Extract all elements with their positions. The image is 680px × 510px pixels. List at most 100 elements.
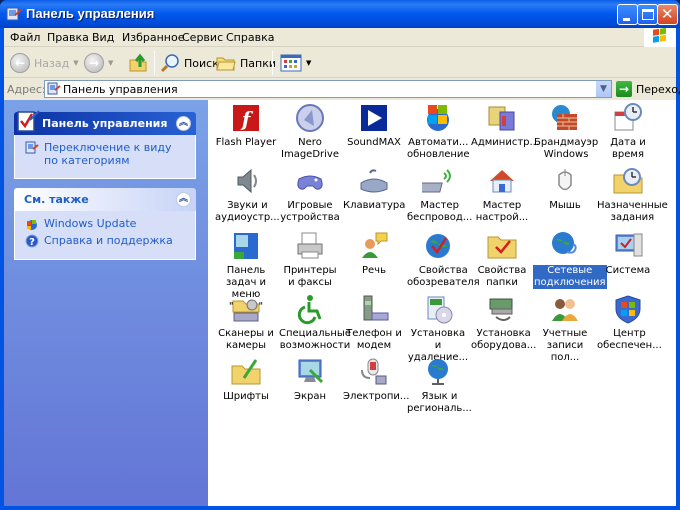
folder-options-icon (487, 236, 517, 259)
close-button[interactable]: ✕ (657, 4, 678, 25)
content-area: Панель управления ︽ Переключение к виду … (4, 100, 676, 506)
task-pane: Панель управления ︽ Переключение к виду … (4, 100, 208, 506)
item-label: Установка оборудова... (471, 328, 537, 351)
date-time-icon (614, 103, 642, 131)
control-panel-item[interactable]: Мастер беспровод... (406, 165, 472, 224)
search-button[interactable]: Поиск (160, 51, 219, 75)
up-folder-button[interactable] (128, 51, 148, 75)
control-panel-item[interactable]: Система (596, 230, 660, 277)
control-panel-item[interactable]: Сканеры и камеры (214, 293, 278, 352)
title-bar[interactable]: Панель управления ✕ (0, 0, 680, 28)
link-label: Справка и поддержка (44, 234, 173, 247)
item-label: Клавиатура (343, 200, 406, 211)
control-panel-item[interactable]: f Flash Player (214, 102, 278, 149)
address-dropdown-button[interactable]: ▼ (595, 81, 611, 97)
link-label: Windows Update (44, 217, 137, 230)
see-also-pane: См. также ︽ Windows Update ? Справка и п… (14, 188, 196, 260)
control-panel-item[interactable]: Nero ImageDrive (278, 102, 342, 161)
control-panel-item[interactable]: Мастер настрой... (470, 165, 534, 224)
control-panel-icon (6, 7, 22, 21)
control-panel-item[interactable]: SoundMAX (342, 102, 406, 149)
help-support-link[interactable]: ? Справка и поддержка (25, 234, 187, 248)
menu-tools[interactable]: Сервис (182, 31, 223, 44)
forward-button[interactable]: → ▼ (84, 51, 113, 75)
control-panel-item[interactable]: Телефон и модем (342, 293, 406, 352)
windows-update-link[interactable]: Windows Update (25, 217, 187, 231)
window-title: Панель управления (26, 6, 155, 21)
collapse-icon[interactable]: ︽ (176, 116, 191, 131)
control-panel-item[interactable]: Свойства папки (470, 230, 534, 289)
back-dropdown-icon[interactable]: ▼ (73, 59, 78, 67)
control-panel-item[interactable]: Администр... (470, 102, 539, 149)
views-icon (280, 54, 302, 72)
firewall-icon (552, 105, 577, 130)
item-label: Принтеры и факсы (283, 265, 337, 288)
pane-title: См. также (24, 193, 89, 206)
internet-options-icon (426, 234, 450, 258)
back-button[interactable]: ← Назад ▼ (10, 51, 79, 75)
control-panel-icon (17, 110, 40, 132)
control-panel-item[interactable]: Клавиатура (342, 165, 406, 212)
minimize-button[interactable] (617, 4, 638, 25)
security-center-icon (615, 295, 641, 324)
folders-icon (216, 57, 236, 71)
menu-edit[interactable]: Правка (47, 31, 89, 44)
control-panel-item[interactable]: Автомати... обновление (406, 102, 470, 161)
add-hardware-icon (489, 298, 513, 321)
item-label: SoundMAX (347, 137, 401, 148)
see-also-pane-header[interactable]: См. также ︽ (14, 188, 196, 211)
item-label: Экран (293, 391, 327, 402)
maximize-button[interactable] (637, 4, 658, 25)
control-panel-icon (47, 82, 61, 95)
windows-logo (644, 27, 676, 47)
address-input[interactable]: Панель управления ▼ (44, 80, 612, 98)
control-panel-item[interactable]: Назначенные задания (596, 165, 668, 224)
control-panel-item[interactable]: Игровые устройства (278, 165, 342, 224)
item-label: Шрифты (223, 391, 269, 402)
control-panel-item[interactable]: Специальные возможности (278, 293, 351, 352)
item-label: Администр... (471, 137, 540, 148)
control-panel-item[interactable]: Брандмауэр Windows (533, 102, 598, 161)
control-panel-item[interactable]: Дата и время (596, 102, 660, 161)
go-button[interactable]: → Переход (616, 81, 680, 97)
control-panel-item[interactable]: Принтеры и факсы (278, 230, 342, 289)
back-arrow-icon: ← (10, 53, 30, 73)
control-panel-item[interactable]: Центр обеспечен... (596, 293, 662, 352)
system-icon (615, 233, 643, 257)
control-panel-item[interactable]: Установка оборудова... (470, 293, 537, 352)
control-panel-item[interactable]: Учетные записи пол... (533, 293, 597, 364)
phone-modem-icon (363, 295, 389, 321)
folders-button[interactable]: Папки (216, 51, 276, 75)
control-panel-item[interactable]: Свойства обозревателя (406, 230, 480, 289)
control-panel-item[interactable]: Экран (278, 356, 342, 403)
menu-help[interactable]: Справка (226, 31, 274, 44)
menu-favorites[interactable]: Избранное (122, 31, 184, 44)
scheduled-tasks-icon (613, 168, 643, 194)
collapse-icon[interactable]: ︽ (176, 192, 191, 207)
switch-category-view-link[interactable]: Переключение к виду по категориям (25, 141, 187, 167)
item-label: Flash Player (215, 137, 277, 148)
control-panel-pane-header[interactable]: Панель управления ︽ (14, 110, 196, 135)
control-panel-item[interactable]: Сетевые подключения (533, 230, 607, 289)
toolbar-separator (272, 51, 273, 75)
views-button[interactable]: ▼ (280, 51, 311, 75)
menu-view[interactable]: Вид (92, 31, 114, 44)
menu-file[interactable]: Файл (10, 31, 40, 44)
forward-dropdown-icon[interactable]: ▼ (108, 59, 113, 67)
item-label: Дата и время (610, 137, 646, 160)
control-panel-item[interactable]: Установка и удаление... (406, 293, 470, 364)
control-panel-item[interactable]: Язык и региональ... (406, 356, 472, 415)
control-panel-item[interactable]: Речь (342, 230, 406, 277)
item-label: Мышь (549, 200, 581, 211)
pane-title: Панель управления (42, 117, 168, 130)
item-label: Язык и региональ... (407, 391, 472, 414)
wireless-wizard-icon (422, 169, 451, 193)
control-panel-item[interactable]: Мышь (533, 165, 597, 212)
address-value: Панель управления (63, 83, 178, 96)
soundmax-icon (361, 105, 387, 131)
address-label: Адрес: (7, 83, 46, 96)
control-panel-item[interactable]: Электропи... (342, 356, 409, 403)
taskbar-icon (234, 233, 258, 259)
control-panel-item[interactable]: Шрифты (214, 356, 278, 403)
control-panel-item[interactable]: Звуки и аудиоустр... (214, 165, 280, 224)
